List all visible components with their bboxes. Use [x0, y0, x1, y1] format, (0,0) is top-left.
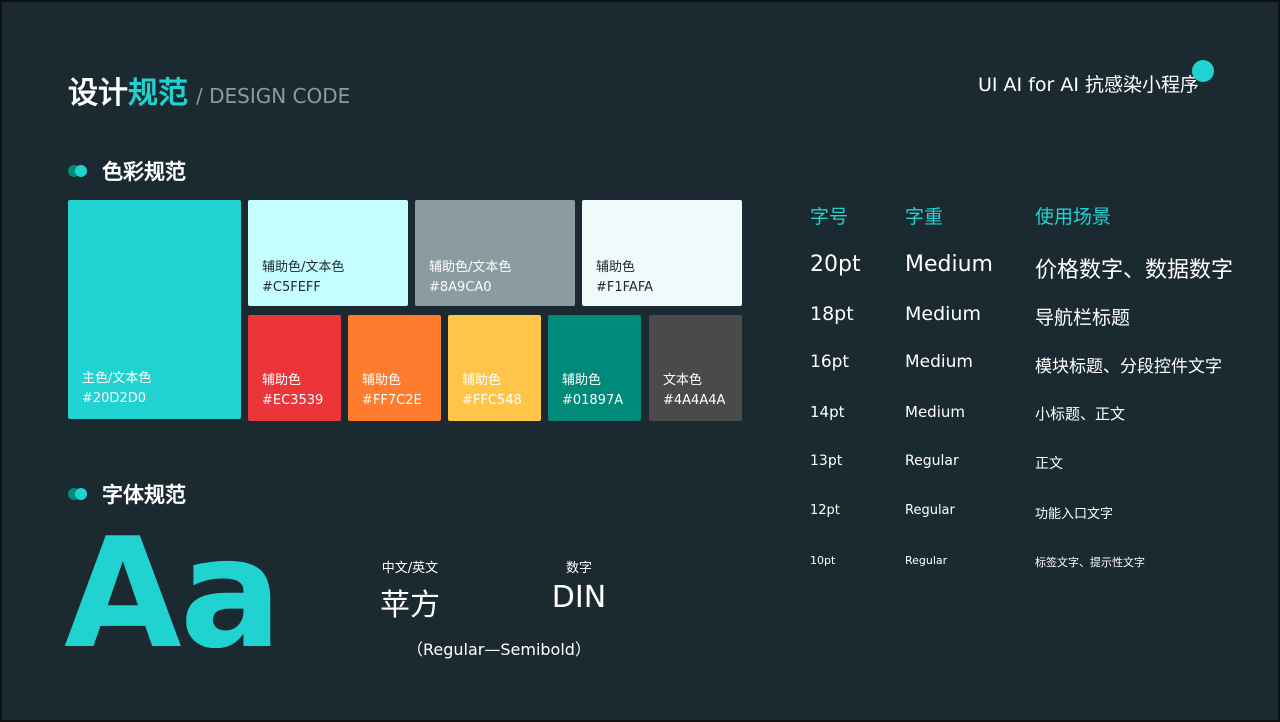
- color-swatch: 辅助色 #FFC548: [448, 315, 541, 421]
- type-scale-usage-cell: 正文: [1035, 456, 1063, 472]
- project-name: UI AI for AI 抗感染小程序: [978, 74, 1199, 96]
- title-part-2: 规范: [128, 76, 188, 111]
- type-scale-size-cell: 13pt: [810, 453, 843, 469]
- type-scale-header-weight: 字重: [905, 206, 944, 228]
- font-cn-name: 苹方: [380, 588, 440, 623]
- swatch-hex: #4A4A4A: [663, 393, 726, 408]
- section-color-label: 色彩规范: [102, 160, 186, 184]
- swatch-hex: #EC3539: [262, 393, 324, 408]
- font-preview-glyphs: Aa: [64, 505, 282, 682]
- type-scale-usage-cell: 功能入口文字: [1035, 507, 1114, 522]
- swatch-name: 辅助色: [262, 373, 302, 388]
- type-scale-usage-cell: 小标题、正文: [1035, 405, 1126, 423]
- swatch-name: 辅助色: [462, 373, 502, 388]
- swatch-name: 文本色: [663, 373, 703, 388]
- type-scale-size-cell: 20pt: [810, 252, 861, 277]
- type-scale-usage-cell: 导航栏标题: [1035, 307, 1131, 329]
- swatch-hex: #FFC548: [462, 393, 522, 408]
- color-swatch: 辅助色 #F1FAFA: [582, 200, 742, 306]
- swatch-name: 主色/文本色: [82, 371, 152, 386]
- page-title: 设计 规范 / DESIGN CODE: [68, 68, 350, 112]
- swatch-name: 辅助色/文本色: [262, 260, 345, 275]
- color-swatch: 文本色 #4A4A4A: [649, 315, 742, 421]
- swatch-name: 辅助色/文本色: [429, 260, 512, 275]
- font-num-name: DIN: [551, 580, 607, 615]
- swatch-name: 辅助色: [596, 260, 636, 275]
- type-scale-size-cell: 16pt: [810, 352, 850, 372]
- color-swatch: 主色/文本色 #20D2D0: [68, 200, 241, 419]
- type-scale-usage-cell: 标签文字、提示性文字: [1035, 556, 1145, 569]
- swatch-hex: #C5FEFF: [262, 280, 321, 295]
- swatch-hex: #FF7C2E: [362, 393, 422, 408]
- swatch-hex: #20D2D0: [82, 391, 146, 406]
- swatch-hex: #01897A: [562, 393, 624, 408]
- type-scale-size-cell: 10pt: [810, 554, 836, 567]
- title-part-1: 设计: [68, 76, 128, 111]
- color-swatch: 辅助色/文本色 #8A9CA0: [415, 200, 575, 306]
- swatch-name: 辅助色: [562, 373, 602, 388]
- section-bullet-icon: [68, 165, 88, 177]
- font-weight-range: （Regular—Semibold）: [407, 640, 591, 659]
- font-num-label: 数字: [565, 561, 592, 576]
- type-scale-weight-cell: Medium: [905, 252, 993, 277]
- type-scale-weight-cell: Medium: [905, 403, 965, 421]
- swatch-hex: #F1FAFA: [596, 280, 653, 295]
- decorative-dot-icon: [1192, 60, 1214, 82]
- type-scale-header-size: 字号: [810, 206, 849, 228]
- type-scale-weight-cell: Regular: [905, 453, 959, 469]
- color-swatch: 辅助色 #01897A: [548, 315, 641, 421]
- color-swatch: 辅助色 #FF7C2E: [348, 315, 441, 421]
- type-scale-weight-cell: Medium: [905, 352, 973, 372]
- type-scale-weight-cell: Regular: [905, 554, 948, 567]
- font-cn-label: 中文/英文: [381, 561, 439, 576]
- design-spec-board: 设计 规范 / DESIGN CODE UI AI for AI 抗感染小程序 …: [0, 0, 1280, 722]
- color-swatch: 辅助色/文本色 #C5FEFF: [248, 200, 408, 306]
- type-scale-usage-cell: 价格数字、数据数字: [1035, 258, 1234, 283]
- section-bullet-icon: [68, 488, 88, 500]
- type-scale-size-cell: 18pt: [810, 303, 854, 325]
- color-swatch: 辅助色 #EC3539: [248, 315, 341, 421]
- type-scale-size-cell: 12pt: [810, 503, 840, 518]
- type-scale-weight-cell: Medium: [905, 303, 981, 325]
- type-scale-weight-cell: Regular: [905, 503, 955, 518]
- section-color-heading: 色彩规范: [68, 156, 186, 186]
- type-scale-usage-cell: 模块标题、分段控件文字: [1035, 357, 1222, 377]
- type-scale-header-usage: 使用场景: [1035, 206, 1112, 228]
- title-subtitle: / DESIGN CODE: [196, 84, 351, 108]
- swatch-name: 辅助色: [362, 373, 402, 388]
- type-scale-size-cell: 14pt: [810, 403, 845, 421]
- swatch-hex: #8A9CA0: [429, 280, 492, 295]
